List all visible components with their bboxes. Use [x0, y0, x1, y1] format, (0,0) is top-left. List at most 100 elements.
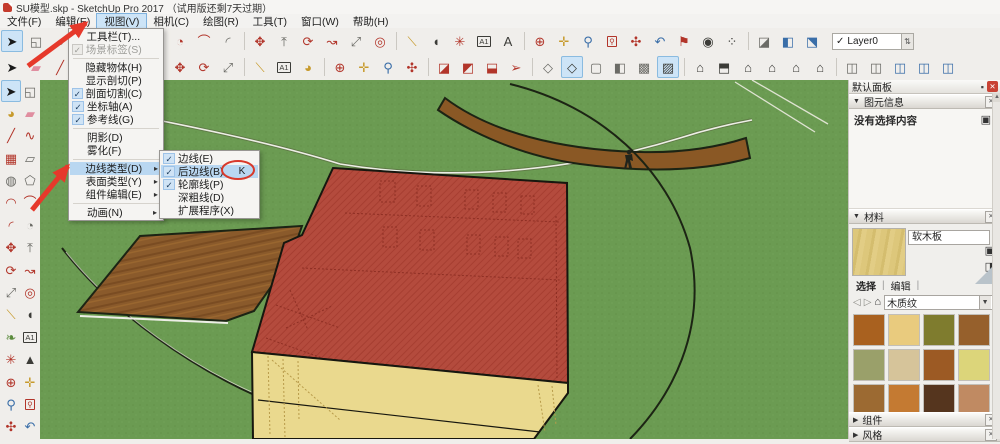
tool-offset[interactable]: ◎	[369, 30, 391, 52]
tool-make-component[interactable]: ◱	[20, 80, 40, 102]
tool-front-view[interactable]: ⌂	[737, 56, 759, 78]
tool-textured[interactable]: ▩	[633, 56, 655, 78]
menu[interactable]: 窗口(W)	[294, 14, 346, 28]
material-name-field[interactable]: 软木板	[908, 230, 990, 245]
tool-pie[interactable]: ◔	[169, 30, 191, 52]
tool-position-pin[interactable]: ➢	[505, 56, 527, 78]
tool-iso-view[interactable]: ⌂	[689, 56, 711, 78]
tool-right-view[interactable]: ⌂	[761, 56, 783, 78]
tool-section-style-1[interactable]: ◫	[841, 56, 863, 78]
tool-zoom[interactable]: ⚲	[1, 393, 21, 415]
tool-axes[interactable]: ✳	[1, 349, 21, 371]
tool-protractor[interactable]: ◖	[425, 30, 447, 52]
tool-dimension[interactable]: A1	[473, 30, 495, 52]
tool-previous[interactable]: ↶	[649, 30, 671, 52]
tool-scale[interactable]: ⤢	[345, 30, 367, 52]
tool-line[interactable]: ╱	[1, 125, 21, 147]
layer-dropdown[interactable]: ✓ Layer0	[832, 32, 902, 50]
material-swatch-wood-8[interactable]	[958, 349, 990, 381]
tool-dimension[interactable]: A1	[273, 56, 295, 78]
tool-hidden-line[interactable]: ▢	[585, 56, 607, 78]
tool-section-plane[interactable]: ◪	[753, 30, 775, 52]
material-preview[interactable]	[852, 228, 906, 276]
menu-item-fog[interactable]: ✓ 雾化(F) ▸	[70, 144, 162, 157]
tool-polygon[interactable]: ⬠	[20, 170, 40, 192]
tool-section-style-4[interactable]: ◫	[913, 56, 935, 78]
tool-section-fill[interactable]: ◧	[777, 30, 799, 52]
tool-tape-measure[interactable]: ⟍	[401, 30, 423, 52]
tool-top-view[interactable]: ⬒	[713, 56, 735, 78]
tool-paint-leaf[interactable]: ❧	[1, 326, 21, 348]
styles-header[interactable]: ▶ 风格 ✕	[849, 427, 1000, 442]
tool-zoom[interactable]: ⚲	[577, 30, 599, 52]
home-icon[interactable]: ⌂	[874, 296, 881, 308]
material-swatch-wood-1[interactable]	[853, 314, 885, 346]
tool-eraser[interactable]: ▰	[20, 102, 40, 124]
tool-pan[interactable]: ✛	[20, 371, 40, 393]
back-icon[interactable]: ◁	[853, 297, 861, 308]
tool-previous[interactable]: ↶	[20, 416, 40, 438]
tool-three-point-arc[interactable]: ◜	[1, 214, 21, 236]
tool-section-display[interactable]: ⬔	[801, 30, 823, 52]
material-swatch-wood-2[interactable]	[888, 314, 920, 346]
tool-tape-measure[interactable]: ⟍	[249, 56, 271, 78]
tool-rectangle[interactable]: ▦	[1, 147, 21, 169]
tool-eraser[interactable]: ▰	[25, 56, 47, 78]
tool-section-fill[interactable]: ◩	[457, 56, 479, 78]
tool-left-view[interactable]: ⌂	[785, 56, 807, 78]
tool-3d-text[interactable]: ▲	[20, 349, 40, 371]
tool-three-point-arc[interactable]: ◜	[217, 30, 239, 52]
tool-orbit[interactable]: ⊕	[329, 56, 351, 78]
tool-freehand[interactable]: ∿	[20, 125, 40, 147]
tool-axes[interactable]: ✳	[449, 30, 471, 52]
material-swatch-wood-3[interactable]	[923, 314, 955, 346]
tool-pan[interactable]: ✛	[353, 56, 375, 78]
tool-section-display[interactable]: ⬓	[481, 56, 503, 78]
tool-rotate[interactable]: ⟳	[297, 30, 319, 52]
menu-item-component-edit[interactable]: ✓ 组件编辑(E) ▸	[70, 188, 162, 201]
tray-close-button[interactable]: ✕	[987, 81, 998, 92]
tool-dimension[interactable]: A1	[20, 326, 40, 348]
tab-select[interactable]: 选择	[854, 278, 878, 293]
tool-make-component[interactable]: ◱	[25, 30, 47, 52]
layer-spinner[interactable]: ⇅	[902, 32, 914, 50]
tool-push-pull[interactable]: ⤒	[273, 30, 295, 52]
material-swatch-wood-6[interactable]	[888, 349, 920, 381]
tool-xray[interactable]: ◇	[537, 56, 559, 78]
tool-zoom-extents[interactable]: ✣	[625, 30, 647, 52]
tool-select[interactable]: ➤	[1, 30, 23, 52]
tool-select[interactable]: ➤	[1, 80, 21, 102]
tool-section-style-3[interactable]: ◫	[889, 56, 911, 78]
tool-scale[interactable]: ⤢	[217, 56, 239, 78]
material-swatch-wood-4[interactable]	[958, 314, 990, 346]
pin-icon[interactable]: ▪	[981, 82, 984, 92]
tool-3d-text[interactable]: A	[497, 30, 519, 52]
menu[interactable]: 帮助(H)	[346, 14, 396, 28]
tool-pie[interactable]: ◔	[20, 214, 40, 236]
menu-item-scene-tabs[interactable]: ✓ 场景标签(S) ▸	[70, 43, 162, 56]
tool-rotated-rectangle[interactable]: ▱	[20, 147, 40, 169]
tool-pan[interactable]: ✛	[553, 30, 575, 52]
menu[interactable]: 绘图(R)	[196, 14, 246, 28]
tool-wireframe[interactable]: ◇	[561, 56, 583, 78]
menu-item-extension[interactable]: ✓ 扩展程序(X) ▸	[161, 204, 258, 217]
tool-section-style-2[interactable]: ◫	[865, 56, 887, 78]
material-swatch-wood-5[interactable]	[853, 349, 885, 381]
tool-zoom-window[interactable]: ⚲	[20, 393, 40, 415]
tool-tape-measure[interactable]: ⟍	[1, 304, 21, 326]
menu[interactable]: 工具(T)	[246, 14, 294, 28]
tool-scale[interactable]: ⤢	[1, 282, 21, 304]
tool-arc[interactable]: ◠	[1, 192, 21, 214]
menu-item-guides[interactable]: ✓ 参考线(G) ▸	[70, 113, 162, 126]
tool-zoom-window[interactable]: ⚲	[601, 30, 623, 52]
tool-protractor[interactable]: ◖	[20, 304, 40, 326]
tool-follow-me[interactable]: ↝	[321, 30, 343, 52]
materials-header[interactable]: ▼ 材料 ✕	[849, 209, 1000, 224]
forward-icon[interactable]: ▷	[864, 297, 872, 308]
tool-two-point-arc[interactable]: ⌒	[193, 30, 215, 52]
material-swatch-wood-7[interactable]	[923, 349, 955, 381]
tool-select[interactable]: ➤	[1, 56, 23, 78]
tool-follow-me[interactable]: ↝	[20, 259, 40, 281]
tab-edit[interactable]: 编辑	[889, 278, 913, 293]
menu[interactable]: 编辑(E)	[48, 14, 97, 28]
